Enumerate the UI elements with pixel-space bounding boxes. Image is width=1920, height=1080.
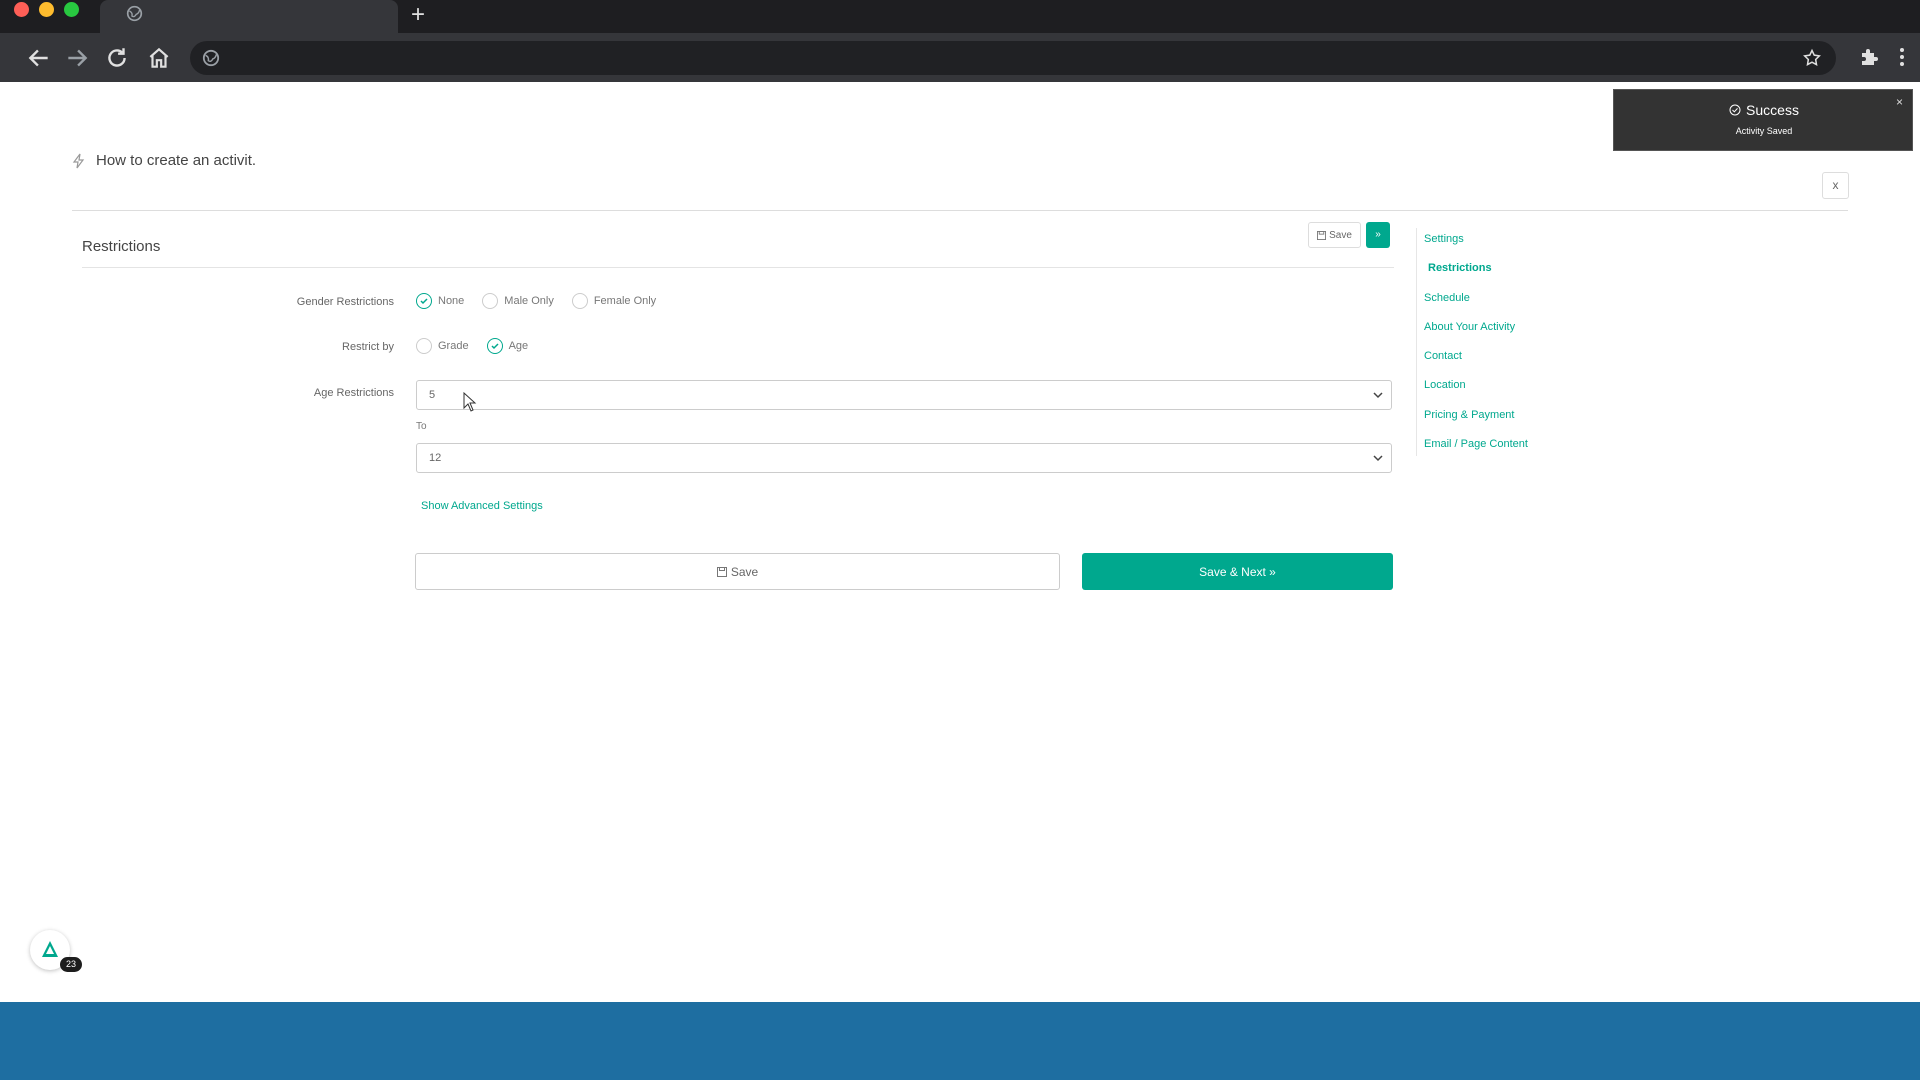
gender-restrictions-label: Gender Restrictions <box>296 296 394 308</box>
floppy-disk-icon <box>1317 230 1327 240</box>
bookmark-star-icon[interactable] <box>1802 48 1822 68</box>
close-button[interactable]: x <box>1822 172 1849 199</box>
chevron-down-icon <box>1373 455 1383 462</box>
age-restrictions-label: Age Restrictions <box>313 387 394 399</box>
side-nav-item-restrictions[interactable]: Restrictions <box>1424 261 1528 290</box>
age-from-value: 5 <box>429 389 436 401</box>
section-divider <box>82 267 1394 268</box>
new-tab-button[interactable]: + <box>406 3 430 27</box>
widget-logo-icon <box>42 941 58 957</box>
footer-band <box>0 1002 1920 1080</box>
age-to-label: To <box>416 421 427 432</box>
gender-option-male-only[interactable]: Male Only <box>482 293 554 309</box>
gender-option-label: Female Only <box>593 295 657 307</box>
side-nav-divider <box>1416 228 1417 456</box>
browser-tab-bar: + <box>0 0 1920 33</box>
gender-option-none[interactable]: None <box>416 293 464 309</box>
radio-checked-icon <box>486 338 503 354</box>
side-nav: Settings Restrictions Schedule About You… <box>1424 232 1528 466</box>
toast-title: Success <box>1746 102 1799 118</box>
toast-title-row: Success <box>1614 102 1914 118</box>
gender-option-label: None <box>438 295 465 307</box>
address-bar[interactable] <box>190 41 1836 75</box>
restrict-by-option-label: Grade <box>438 340 469 352</box>
chevron-down-icon <box>1373 392 1383 399</box>
check-circle-icon <box>1729 104 1741 116</box>
browser-toolbar <box>0 33 1920 82</box>
top-next-button[interactable]: » <box>1366 222 1390 248</box>
show-advanced-settings-link[interactable]: Show Advanced Settings <box>421 500 543 512</box>
restrict-by-label: Restrict by <box>342 341 394 353</box>
side-nav-item-location[interactable]: Location <box>1424 378 1528 407</box>
globe-icon <box>202 49 220 67</box>
forward-arrow-icon[interactable] <box>64 45 90 71</box>
reload-icon[interactable] <box>104 45 130 71</box>
success-toast: Success Activity Saved × <box>1613 89 1913 151</box>
page-title: How to create an activit. <box>96 152 257 169</box>
floppy-disk-icon <box>716 566 727 577</box>
mouse-pointer-icon <box>463 392 477 412</box>
globe-icon <box>126 5 143 22</box>
toast-close-button[interactable]: × <box>1896 95 1903 109</box>
side-nav-item-pricing-payment[interactable]: Pricing & Payment <box>1424 408 1528 437</box>
radio-unchecked-icon <box>416 338 432 354</box>
restrict-by-option-age[interactable]: Age <box>486 338 529 354</box>
radio-checked-icon <box>416 293 432 309</box>
side-nav-item-about-your-activity[interactable]: About Your Activity <box>1424 320 1528 349</box>
window-maximize-button[interactable] <box>64 2 79 17</box>
toast-message: Activity Saved <box>1735 126 1793 136</box>
restrict-by-group: Grade Age <box>416 338 546 354</box>
notification-badge: 23 <box>60 957 82 972</box>
browser-tab[interactable] <box>100 0 398 33</box>
save-button[interactable]: Save <box>415 553 1060 590</box>
side-nav-item-email-page-content[interactable]: Email / Page Content <box>1424 437 1528 466</box>
side-nav-item-settings[interactable]: Settings <box>1424 232 1528 261</box>
back-arrow-icon[interactable] <box>26 45 52 71</box>
page-header: How to create an activit. <box>72 152 256 169</box>
kebab-menu-icon[interactable] <box>1892 45 1912 69</box>
top-save-label: Save <box>1329 229 1352 241</box>
save-and-next-button[interactable]: Save & Next » <box>1082 553 1393 590</box>
top-save-button[interactable]: Save <box>1308 222 1361 248</box>
age-to-select[interactable]: 12 <box>416 443 1392 473</box>
age-from-select[interactable]: 5 <box>416 380 1392 410</box>
gender-option-female-only[interactable]: Female Only <box>571 293 657 309</box>
restrict-by-option-grade[interactable]: Grade <box>416 338 469 354</box>
age-to-value: 12 <box>429 452 442 464</box>
restrict-by-option-label: Age <box>508 340 529 352</box>
divider <box>72 210 1848 211</box>
page-content: How to create an activit. x Restrictions… <box>0 82 1920 1002</box>
extensions-puzzle-icon[interactable] <box>1858 45 1882 69</box>
gender-option-label: Male Only <box>504 295 554 307</box>
save-label: Save <box>730 564 759 579</box>
home-icon[interactable] <box>146 45 172 71</box>
window-close-button[interactable] <box>14 2 29 17</box>
section-title: Restrictions <box>82 238 161 255</box>
gender-restrictions-group: None Male Only Female Only <box>416 293 674 309</box>
radio-unchecked-icon <box>571 293 588 309</box>
side-nav-item-schedule[interactable]: Schedule <box>1424 291 1528 320</box>
side-nav-item-contact[interactable]: Contact <box>1424 349 1528 378</box>
lightning-bolt-icon <box>72 153 85 168</box>
radio-unchecked-icon <box>482 293 499 309</box>
window-minimize-button[interactable] <box>39 2 54 17</box>
